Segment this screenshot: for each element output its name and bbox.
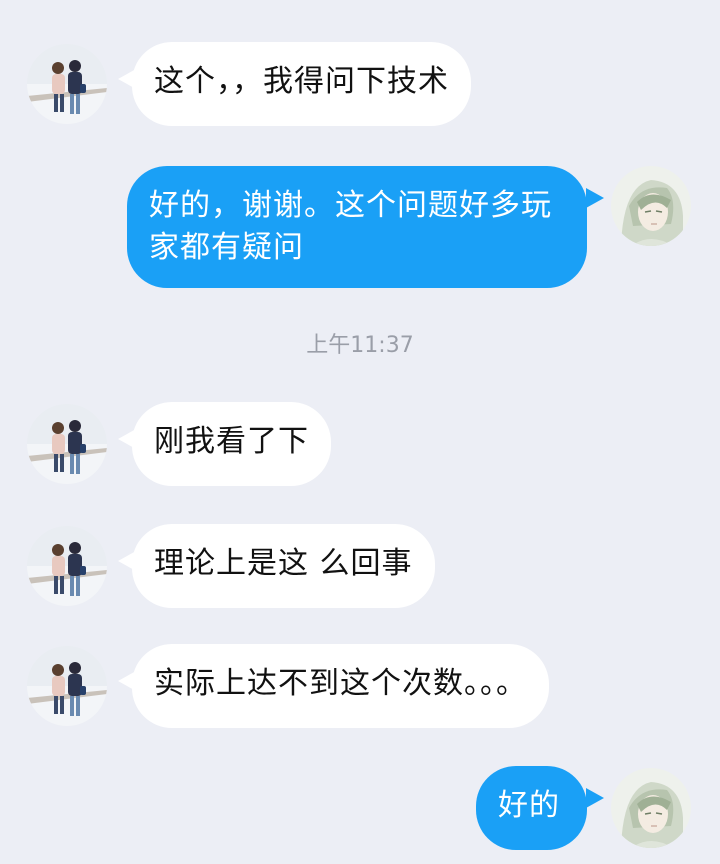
message-bubble-incoming[interactable]: 理论上是这 么回事 [132, 524, 435, 608]
message-bubble-incoming[interactable]: 实际上达不到这个次数。。。 [132, 644, 549, 728]
my-avatar[interactable] [611, 768, 691, 848]
message-row: 刚我看了下 [0, 402, 720, 486]
message-bubble-incoming[interactable]: 刚我看了下 [132, 402, 331, 486]
contact-avatar[interactable] [27, 44, 107, 124]
chat-thread: 这个，，我得问下技术 好的，谢谢。这个问题好多玩家都有疑问 上午11:37 刚我… [0, 0, 720, 864]
message-bubble-outgoing[interactable]: 好的 [476, 766, 587, 850]
message-row: 好的 [0, 766, 720, 850]
contact-avatar[interactable] [27, 526, 107, 606]
bubble-tail [586, 188, 604, 208]
contact-avatar[interactable] [27, 646, 107, 726]
my-avatar[interactable] [611, 166, 691, 246]
message-row: 实际上达不到这个次数。。。 [0, 644, 720, 728]
timestamp: 上午11:37 [306, 333, 414, 358]
message-row: 理论上是这 么回事 [0, 524, 720, 608]
message-row: 好的，谢谢。这个问题好多玩家都有疑问 [0, 166, 720, 288]
bubble-tail [586, 788, 604, 808]
message-row: 这个，，我得问下技术 [0, 42, 720, 126]
message-bubble-outgoing[interactable]: 好的，谢谢。这个问题好多玩家都有疑问 [127, 166, 587, 288]
message-bubble-incoming[interactable]: 这个，，我得问下技术 [132, 42, 471, 126]
contact-avatar[interactable] [27, 404, 107, 484]
